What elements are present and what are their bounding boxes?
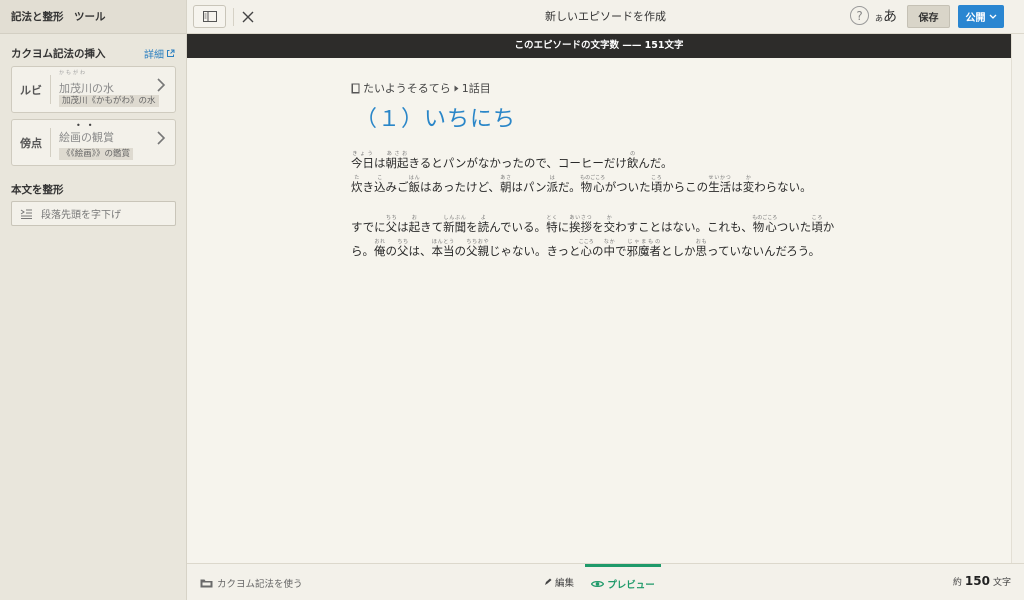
page-title: 新しいエピソードを作成 xyxy=(545,10,666,23)
emphasis-example: 絵画の観賞 xyxy=(59,131,114,144)
emphasis-syntax: 《《絵画》》の鑑賞 xyxy=(59,148,134,160)
font-size-toggle[interactable]: ああ xyxy=(875,6,897,26)
close-icon xyxy=(242,11,254,23)
eye-icon xyxy=(591,580,605,587)
chevron-right-icon xyxy=(157,78,166,92)
breadcrumb-episode: 1話目 xyxy=(461,82,491,95)
breadcrumb: たいようそるてら 1話目 xyxy=(351,80,491,96)
sidebar: 記法と整形 ツール カクヨム記法の挿入 詳細 ルビ かもがわ 加茂川の水 加茂川… xyxy=(0,0,187,600)
indent-icon xyxy=(20,209,32,219)
scrollbar[interactable] xyxy=(1011,34,1024,563)
episode-title: （１）いちにち xyxy=(355,107,517,132)
emphasis-insert-card[interactable]: 傍点 •• 絵画の観賞 《《絵画》》の鑑賞 xyxy=(11,119,176,166)
count-prefix: 約 xyxy=(952,578,962,588)
font-large-glyph: あ xyxy=(883,9,897,25)
insert-section-header: カクヨム記法の挿入 詳細 xyxy=(0,46,186,61)
publish-label: 公開 xyxy=(965,13,986,24)
save-button[interactable]: 保存 xyxy=(907,5,950,28)
chevron-right-icon xyxy=(157,131,166,145)
kakuyomu-toggle-label: カクヨム記法を使う xyxy=(217,579,303,590)
preview-label: プレビュー xyxy=(607,579,655,591)
breadcrumb-work[interactable]: たいようそるてら xyxy=(363,80,451,96)
sidebar-title: 記法と整形 ツール xyxy=(0,0,186,34)
ruby-label: ルビ xyxy=(20,83,42,97)
sidebar-panel-icon xyxy=(202,11,217,22)
help-icon[interactable]: ? xyxy=(850,6,869,25)
toolbar-divider xyxy=(233,8,234,26)
count-suffix: 文字 xyxy=(992,578,1011,588)
pencil-icon xyxy=(545,578,552,585)
font-small-glyph: あ xyxy=(875,14,883,23)
ruby-syntax: 加茂川《かもがわ》の水 xyxy=(59,95,159,107)
emphasis-label: 傍点 xyxy=(20,136,42,150)
publish-button[interactable]: 公開 xyxy=(958,5,1004,28)
card-divider xyxy=(50,75,51,104)
body-paragraph: すでに父ちちは起おきて新聞しんぶんを読よんでいる。特とくに挨拶あいさつを交かわす… xyxy=(351,215,835,258)
bottom-bar: カクヨム記法を使う 編集 プレビュー 約 150 文字 xyxy=(187,563,1024,600)
external-link-icon xyxy=(167,49,175,57)
character-count-bar: このエピソードの文字数 —— 151文字 xyxy=(187,34,1011,58)
book-icon xyxy=(351,83,360,93)
card-divider xyxy=(50,128,51,157)
ruby-reading: かもがわ xyxy=(59,70,88,76)
top-bar: 新しいエピソードを作成 ? ああ 保存 公開 xyxy=(187,0,1024,34)
edit-label: 編集 xyxy=(555,578,575,589)
caret-right-icon xyxy=(454,85,459,91)
kakuyomu-syntax-toggle[interactable]: カクヨム記法を使う xyxy=(200,576,303,590)
preview-tab[interactable]: プレビュー xyxy=(585,564,661,600)
close-button[interactable] xyxy=(237,6,259,28)
insert-heading: カクヨム記法の挿入 xyxy=(11,47,106,60)
detail-link[interactable]: 詳細 xyxy=(144,46,175,61)
edit-tab[interactable]: 編集 xyxy=(544,575,574,589)
preview-area xyxy=(187,58,1011,563)
chevron-down-icon xyxy=(989,14,996,19)
detail-link-label: 詳細 xyxy=(144,49,164,61)
body-paragraph: 今日きょうは朝起あさおきるとパンがなかったので、コーヒーだけ飲のんだ。 炊たき込こ… xyxy=(351,151,812,194)
count-value: 150 xyxy=(964,574,990,588)
folder-icon xyxy=(200,579,213,588)
ruby-example: 加茂川の水 xyxy=(59,82,114,95)
format-heading: 本文を整形 xyxy=(11,184,64,196)
bottom-character-count: 約 150 文字 xyxy=(953,574,1011,588)
indent-paragraph-button[interactable]: 段落先頭を字下げ xyxy=(11,201,176,226)
ruby-insert-card[interactable]: ルビ かもがわ 加茂川の水 加茂川《かもがわ》の水 xyxy=(11,66,176,113)
indent-button-label: 段落先頭を字下げ xyxy=(41,210,121,221)
episode-body: 今日きょうは朝起あさおきるとパンがなかったので、コーヒーだけ飲のんだ。 炊たき込こ… xyxy=(351,151,851,279)
sidebar-toggle-button[interactable] xyxy=(193,5,226,28)
